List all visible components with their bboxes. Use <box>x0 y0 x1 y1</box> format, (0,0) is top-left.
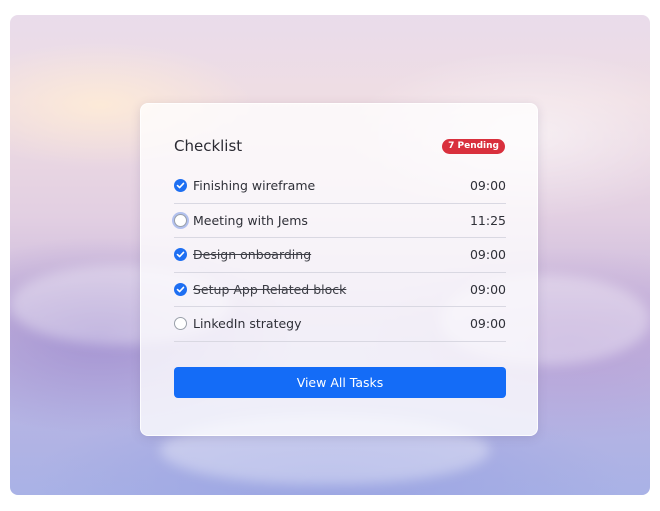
task-label: Finishing wireframe <box>193 178 316 193</box>
task-label: Meeting with Jems <box>193 212 308 228</box>
task-row[interactable]: LinkedIn strategy 09:00 <box>174 307 506 342</box>
task-label: Setup App Related block <box>193 281 347 297</box>
checklist-card: Checklist 7 Pending Finishing wireframe … <box>140 103 538 436</box>
view-all-tasks-button[interactable]: View All Tasks <box>174 367 506 398</box>
task-label: LinkedIn strategy <box>193 316 302 332</box>
task-row[interactable]: Finishing wireframe 09:00 <box>174 169 506 204</box>
checklist-title: Checklist <box>174 137 243 155</box>
background-image: Checklist 7 Pending Finishing wireframe … <box>10 15 650 495</box>
checkbox-checked-icon[interactable] <box>174 248 187 262</box>
task-time: 09:00 <box>469 247 506 263</box>
checkbox-unchecked-icon[interactable] <box>174 213 187 227</box>
checkbox-checked-icon[interactable] <box>174 282 187 296</box>
task-list: Finishing wireframe 09:00 Meeting with J… <box>174 169 506 342</box>
task-time: 09:00 <box>469 281 506 297</box>
task-row[interactable]: Meeting with Jems 11:25 <box>174 204 506 239</box>
checkbox-checked-icon[interactable] <box>174 179 187 192</box>
checkbox-unchecked-icon[interactable] <box>174 317 187 331</box>
pending-badge: 7 Pending <box>442 139 505 154</box>
task-row[interactable]: Setup App Related block 09:00 <box>174 273 506 308</box>
task-time: 11:25 <box>469 212 506 228</box>
task-row[interactable]: Design onboarding 09:00 <box>174 238 506 273</box>
task-time: 09:00 <box>469 178 506 193</box>
task-time: 09:00 <box>469 316 506 332</box>
task-label: Design onboarding <box>193 247 312 263</box>
